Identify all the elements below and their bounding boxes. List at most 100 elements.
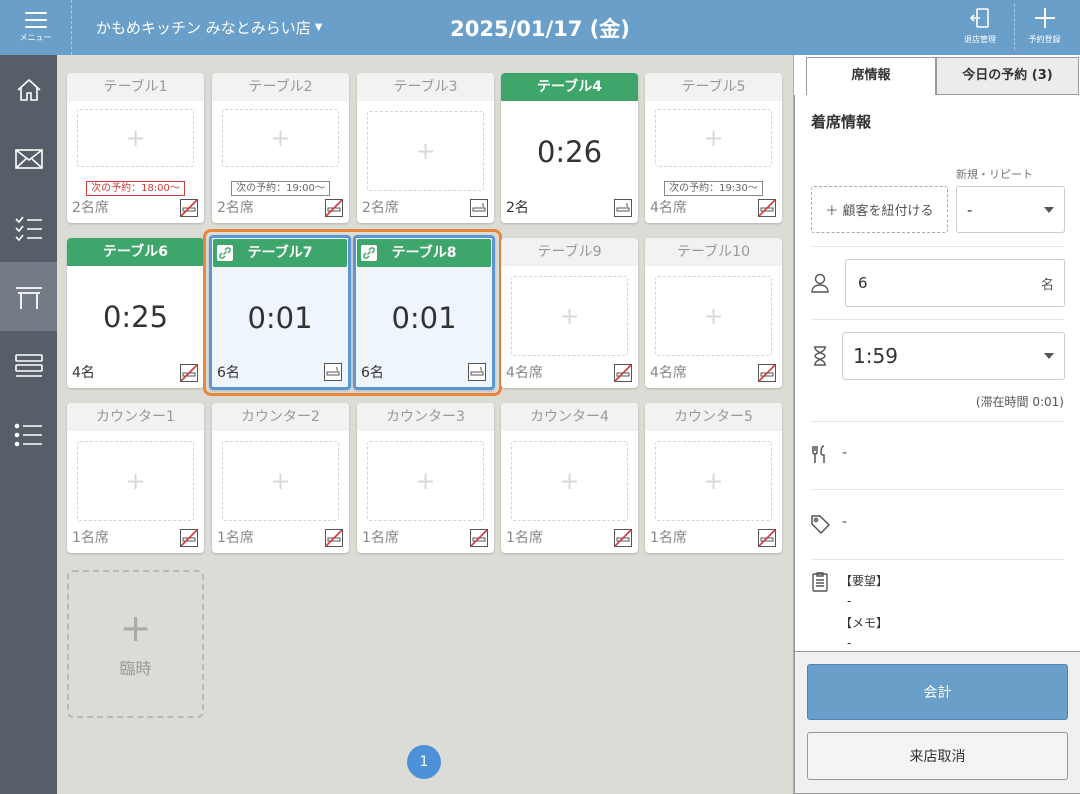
nav-mail[interactable]: [0, 124, 57, 193]
elapsed-time: 0:25: [102, 300, 169, 334]
table-name: テーブル6: [67, 238, 204, 266]
guest-count: 6名: [217, 365, 240, 381]
table-card-8[interactable]: テーブル8 0:01 6名: [353, 235, 495, 390]
no-smoking-icon: [758, 529, 776, 547]
table-card-4[interactable]: テーブル4 0:26 2名: [501, 73, 638, 223]
repeat-select[interactable]: -: [956, 186, 1065, 233]
add-temporary-seat-button[interactable]: + 臨時: [67, 570, 204, 718]
table-card-2[interactable]: テーブル2 + 次の予約：19:00〜 2名席: [212, 73, 349, 223]
panel-body: 着席情報 新規・リピート ＋ 顧客を紐付ける - 6 名 1:59 (滞在時間 …: [794, 95, 1080, 651]
page-indicator[interactable]: 1: [407, 745, 441, 779]
nav-home[interactable]: [0, 55, 57, 124]
table-card-1[interactable]: テーブル1 + 次の予約：18:00〜 2名席: [67, 73, 204, 223]
counter-card-3[interactable]: カウンター3 + 1名席: [357, 403, 494, 553]
fork-knife-icon: [812, 445, 825, 463]
elapsed-stay-time: (滞在時間 0:01): [975, 395, 1064, 409]
course-value: -: [842, 445, 848, 461]
mail-icon: [14, 148, 43, 169]
table-name: テーブル3: [357, 73, 494, 101]
no-smoking-icon: [614, 364, 632, 382]
guest-count-input[interactable]: 6 名: [845, 259, 1065, 307]
counter-card-5[interactable]: カウンター5 + 1名席: [645, 403, 782, 553]
nav-checklist[interactable]: [0, 193, 57, 262]
repeat-value: -: [967, 200, 973, 219]
closing-management-button[interactable]: 退店管理: [950, 4, 1010, 50]
seat-count: 1名席: [362, 530, 399, 546]
tab-todays-reservations[interactable]: 今日の予約 (3): [936, 57, 1079, 95]
elapsed-time: 0:01: [391, 301, 457, 335]
counter-name: カウンター3: [357, 403, 494, 431]
guest-count: 4名: [72, 365, 95, 381]
counter-card-1[interactable]: カウンター1 + 1名席: [67, 403, 204, 553]
nav-tables[interactable]: [0, 262, 57, 331]
seat-count: 1名席: [217, 530, 254, 546]
table-card-6[interactable]: テーブル6 0:25 4名: [67, 238, 204, 388]
empty-slot-plus-icon: +: [655, 276, 772, 356]
seat-count: 4名席: [506, 365, 543, 381]
table-name: テーブル8: [357, 239, 491, 267]
smoking-icon: [614, 199, 632, 217]
table-name: テーブル1: [67, 73, 204, 101]
link-customer-button[interactable]: ＋ 顧客を紐付ける: [811, 186, 948, 233]
plus-icon: [1033, 4, 1057, 32]
table-name: テーブル9: [501, 238, 638, 266]
no-smoking-icon: [758, 364, 776, 382]
caret-down-icon: [1044, 353, 1054, 359]
counter-card-4[interactable]: カウンター4 + 1名席: [501, 403, 638, 553]
seat-count: 2名席: [217, 200, 254, 216]
tab-seat-info[interactable]: 席情報: [806, 57, 936, 95]
checklist-icon: [14, 216, 42, 241]
stay-duration-select[interactable]: 1:59: [842, 332, 1065, 380]
counter-name: カウンター1: [67, 403, 204, 431]
caret-down-icon: ▼: [314, 22, 323, 33]
counter-name: カウンター5: [645, 403, 782, 431]
panel-tabs: 席情報 今日の予約 (3): [794, 55, 1080, 95]
no-smoking-icon: [180, 199, 198, 217]
smoking-icon: [470, 199, 488, 217]
table-card-10[interactable]: テーブル10 + 4名席: [645, 238, 782, 388]
empty-slot-plus-icon: +: [511, 441, 628, 521]
table-icon: [15, 286, 42, 309]
empty-slot-plus-icon: +: [655, 441, 772, 521]
cancel-visit-button[interactable]: 来店取消: [807, 732, 1068, 780]
checkout-button[interactable]: 会計: [807, 664, 1068, 720]
seat-count: 1名席: [72, 530, 109, 546]
seat-count: 2名席: [362, 200, 399, 216]
table-card-5[interactable]: テーブル5 + 次の予約：19:30〜 4名席: [645, 73, 782, 223]
empty-slot-plus-icon: +: [222, 441, 339, 521]
home-icon: [16, 78, 41, 101]
store-selector[interactable]: かもめキッチン みなとみらい店 ▼: [96, 17, 322, 38]
empty-slot-plus-icon: +: [222, 109, 339, 167]
table-card-7[interactable]: テーブル7 0:01 6名: [209, 235, 351, 390]
elapsed-time: 0:26: [536, 135, 603, 169]
table-card-3[interactable]: テーブル3 + 2名席: [357, 73, 494, 223]
link-icon: [361, 245, 377, 261]
counter-card-2[interactable]: カウンター2 + 1名席: [212, 403, 349, 553]
new-reservation-button[interactable]: 予約登録: [1014, 4, 1074, 50]
no-smoking-icon: [325, 199, 343, 217]
closing-label: 退店管理: [964, 35, 996, 44]
table-card-9[interactable]: テーブル9 + 4名席: [501, 238, 638, 388]
app-header: メニュー かもめキッチン みなとみらい店 ▼ 2025/01/17 (金) 退店…: [0, 0, 1080, 55]
repeat-label: 新規・リピート: [956, 168, 1033, 181]
table-name: テーブル5: [645, 73, 782, 101]
table-name: テーブル7: [213, 239, 347, 267]
nav-list[interactable]: [0, 400, 57, 469]
side-nav: [0, 55, 57, 794]
nav-layout[interactable]: [0, 331, 57, 400]
request-label: 【要望】: [840, 574, 889, 588]
clipboard-icon: [812, 572, 828, 592]
next-reservation: 次の予約：19:30〜: [645, 176, 782, 196]
menu-button[interactable]: メニュー: [0, 0, 72, 55]
tag-icon: [811, 515, 831, 535]
store-name: かもめキッチン みなとみらい店: [96, 19, 311, 37]
empty-slot-plus-icon: +: [367, 111, 484, 191]
seat-count: 4名席: [650, 200, 687, 216]
guest-count-value: 6: [858, 274, 868, 292]
counter-name: カウンター4: [501, 403, 638, 431]
empty-slot-plus-icon: +: [655, 109, 772, 167]
no-smoking-icon: [758, 199, 776, 217]
table-name: テーブル4: [501, 73, 638, 101]
smoking-icon: [324, 363, 342, 381]
temporary-label: 臨時: [119, 659, 152, 678]
